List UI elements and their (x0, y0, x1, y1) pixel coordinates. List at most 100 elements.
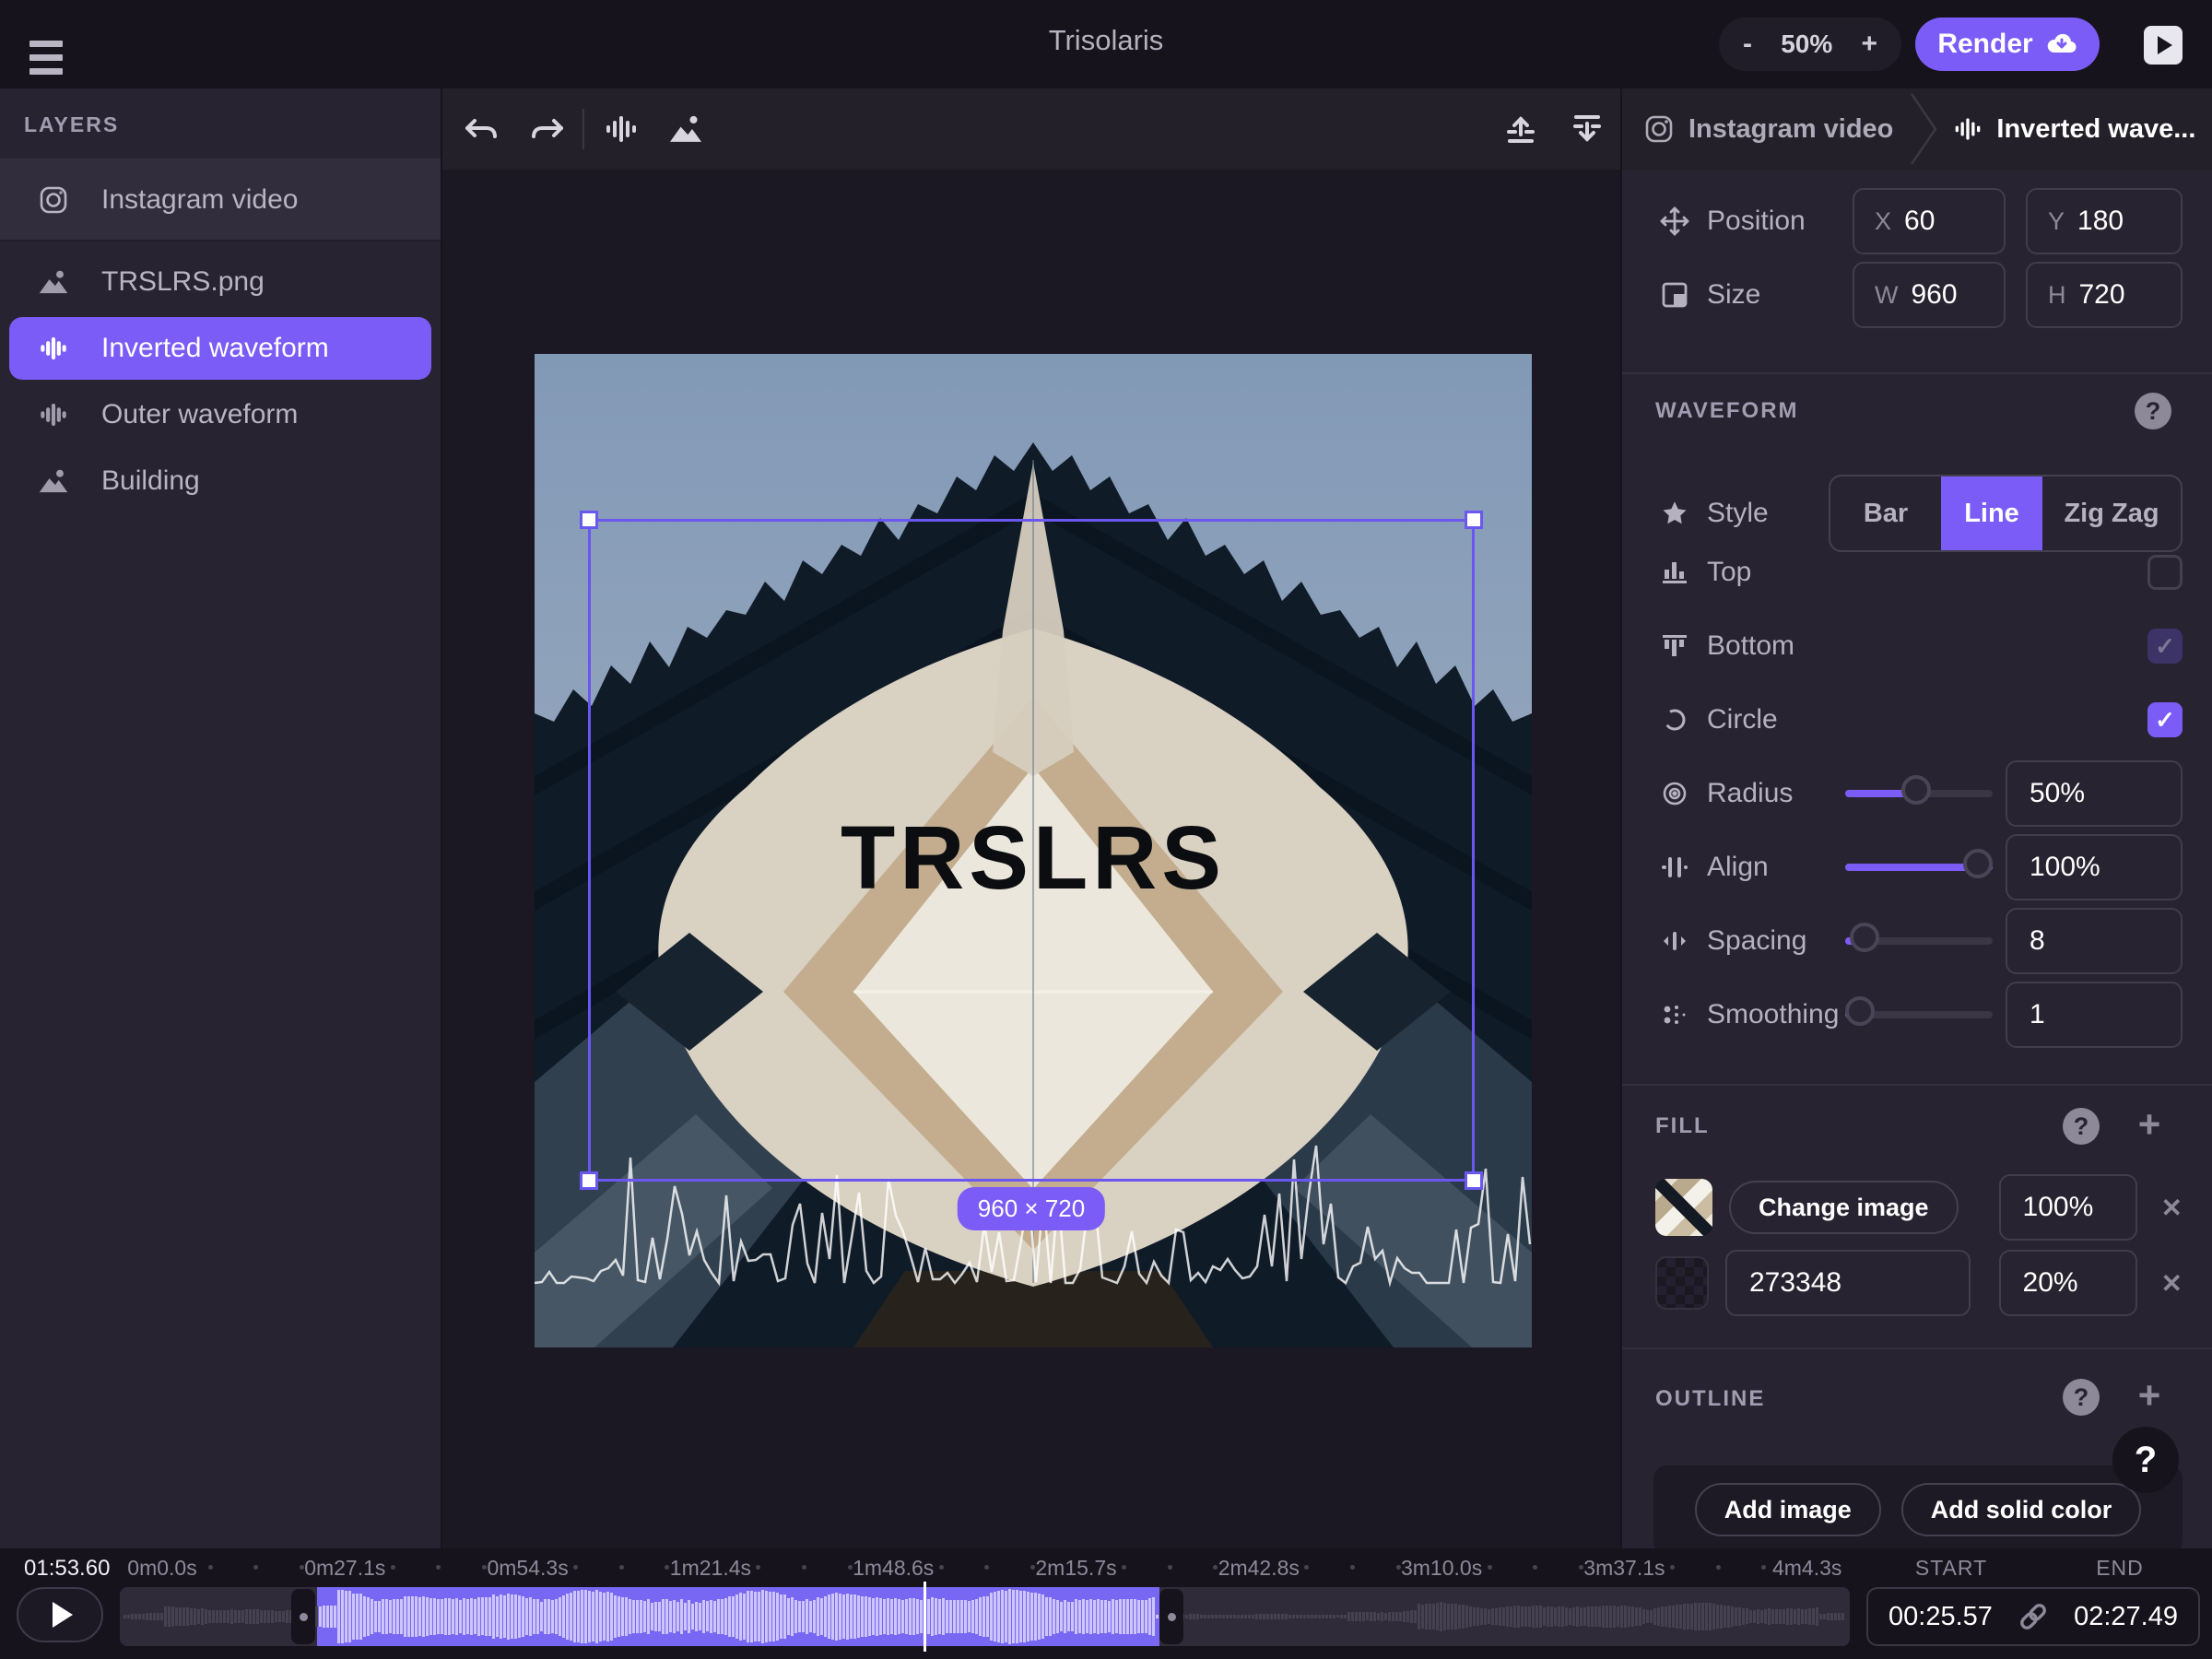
layer-item-instagram-video[interactable]: Instagram video (0, 160, 441, 241)
link-icon[interactable] (2018, 1601, 2049, 1632)
layers-header: LAYERS (0, 88, 441, 137)
resize-handle-bottom-left[interactable] (580, 1171, 598, 1190)
smoothing-value-input[interactable]: 1 (2006, 982, 2183, 1048)
smoothing-slider-knob[interactable] (1845, 996, 1875, 1026)
ruler-minor-tick (1533, 1565, 1537, 1570)
size-h-input[interactable]: H 720 (2026, 262, 2183, 328)
circle-checkbox[interactable]: ✓ (2147, 702, 2183, 737)
remove-fill-image-button[interactable]: ✕ (2161, 1193, 2183, 1223)
start-label: START (1915, 1556, 1987, 1581)
ruler-minor-tick (939, 1565, 944, 1570)
breadcrumb-parent[interactable]: Instagram video (1688, 114, 1893, 145)
help-floating-button[interactable]: ? (2112, 1427, 2179, 1493)
radius-value-input[interactable]: 50% (2006, 760, 2183, 827)
layers-panel: LAYERS Instagram video TRSLRS.png Inverted… (0, 88, 442, 1548)
bottom-row: Bottom✓ (1622, 613, 2212, 679)
ruler-minor-tick (1579, 1565, 1583, 1570)
redo-button[interactable] (524, 105, 571, 153)
top-row: Top (1622, 539, 2212, 606)
trim-start-input[interactable]: 00:25.57 (1888, 1602, 1993, 1632)
outline-add-solid-color-button[interactable]: Add solid color (1901, 1483, 2142, 1536)
fill-image-thumbnail[interactable] (1655, 1179, 1712, 1236)
layer-label: TRSLRS.png (101, 266, 265, 298)
fill-help-button[interactable]: ? (2063, 1108, 2100, 1145)
trim-start-handle[interactable] (291, 1589, 315, 1644)
trim-end-handle[interactable] (1159, 1589, 1183, 1644)
outline-help-button[interactable]: ? (2063, 1379, 2100, 1416)
ruler-minor-tick (1030, 1565, 1035, 1570)
render-button[interactable]: Render (1915, 18, 2100, 71)
ruler-minor-tick (208, 1565, 213, 1570)
fill-image-opacity-input[interactable]: 100% (1999, 1174, 2137, 1241)
zoom-out-button[interactable]: - (1743, 29, 1752, 60)
align-slider-knob[interactable] (1963, 849, 1993, 878)
spacing-slider[interactable] (1845, 937, 1993, 945)
undo-button[interactable] (457, 105, 505, 153)
resize-handle-bottom-right[interactable] (1465, 1171, 1483, 1190)
fill-add-button[interactable]: + (2131, 1106, 2168, 1143)
add-waveform-button[interactable] (597, 105, 645, 153)
send-to-back-button[interactable] (1563, 105, 1611, 153)
layer-item-inverted-waveform[interactable]: Inverted waveform (9, 317, 431, 380)
w-value: 960 (1911, 279, 1957, 311)
divider (582, 109, 584, 149)
play-button[interactable] (17, 1587, 103, 1642)
spacing-row: Spacing8 (1622, 908, 2212, 974)
layer-label: Outer waveform (101, 399, 298, 430)
top-checkbox[interactable] (2147, 555, 2183, 590)
spacing-value-input[interactable]: 8 (2006, 908, 2183, 974)
radius-slider-knob[interactable] (1901, 775, 1931, 805)
instagram-icon (1644, 114, 1674, 144)
position-x-input[interactable]: X 60 (1853, 188, 2006, 254)
render-label: Render (1937, 29, 2032, 60)
style-label: Style (1707, 498, 1769, 529)
zoom-in-button[interactable]: + (1861, 29, 1877, 60)
circle-icon (1655, 706, 1694, 734)
waveform-help-button[interactable]: ? (2135, 393, 2171, 429)
bring-to-front-button[interactable] (1497, 105, 1545, 153)
ruler-minor-tick (1350, 1565, 1355, 1570)
resize-handle-top-left[interactable] (580, 511, 598, 529)
layer-label: Building (101, 465, 200, 497)
audio-track[interactable] (120, 1587, 1850, 1646)
add-image-button[interactable] (662, 105, 710, 153)
align-value-input[interactable]: 100% (2006, 834, 2183, 900)
layer-selection-box[interactable]: 960 × 720 (588, 519, 1475, 1182)
resize-handle-top-right[interactable] (1465, 511, 1483, 529)
current-time: 01:53.60 (24, 1556, 110, 1582)
outline-add-image-button[interactable]: Add image (1695, 1483, 1881, 1536)
fill-section-header: FILL (1655, 1113, 1710, 1139)
fill-color-input[interactable]: 273348 (1725, 1250, 1971, 1316)
ruler-tick-label: 2m42.8s (1218, 1556, 1300, 1581)
preview-button[interactable] (2144, 26, 2183, 65)
playhead[interactable] (924, 1582, 926, 1652)
size-w-input[interactable]: W 960 (1853, 262, 2006, 328)
change-image-button[interactable]: Change image (1729, 1181, 1959, 1234)
align-slider[interactable] (1845, 864, 1993, 871)
layer-item-outer-waveform[interactable]: Outer waveform (0, 382, 441, 448)
ruler-minor-tick (1488, 1565, 1492, 1570)
size-label: Size (1707, 279, 1760, 311)
ruler-minor-tick (756, 1565, 760, 1570)
ruler-minor-tick (482, 1565, 487, 1570)
position-y-input[interactable]: Y 180 (2026, 188, 2183, 254)
layer-item-building[interactable]: Building (0, 448, 441, 514)
fill-color-swatch[interactable] (1655, 1256, 1709, 1310)
x-value: 60 (1904, 206, 1935, 237)
ruler-minor-tick (619, 1565, 624, 1570)
layer-item-trslrs-png[interactable]: TRSLRS.png (0, 249, 441, 315)
y-label: Y (2048, 207, 2065, 236)
circle-row: Circle✓ (1622, 687, 2212, 753)
trim-end-input[interactable]: 02:27.49 (2074, 1602, 2178, 1632)
fill-color-opacity-input[interactable]: 20% (1999, 1250, 2137, 1316)
spacing-icon (1655, 927, 1694, 955)
spacing-slider-knob[interactable] (1850, 923, 1879, 952)
remove-fill-color-button[interactable]: ✕ (2161, 1268, 2183, 1299)
bottom-checkbox[interactable]: ✓ (2147, 629, 2183, 664)
outline-add-button[interactable]: + (2131, 1377, 2168, 1414)
top-label: Top (1707, 557, 1751, 588)
radius-slider[interactable] (1845, 790, 1993, 797)
layer-list: Instagram video TRSLRS.png Inverted wavefo… (0, 160, 441, 514)
artboard[interactable]: TRSLRS 960 × 720 (535, 354, 1532, 1347)
smoothing-slider[interactable] (1845, 1011, 1993, 1018)
